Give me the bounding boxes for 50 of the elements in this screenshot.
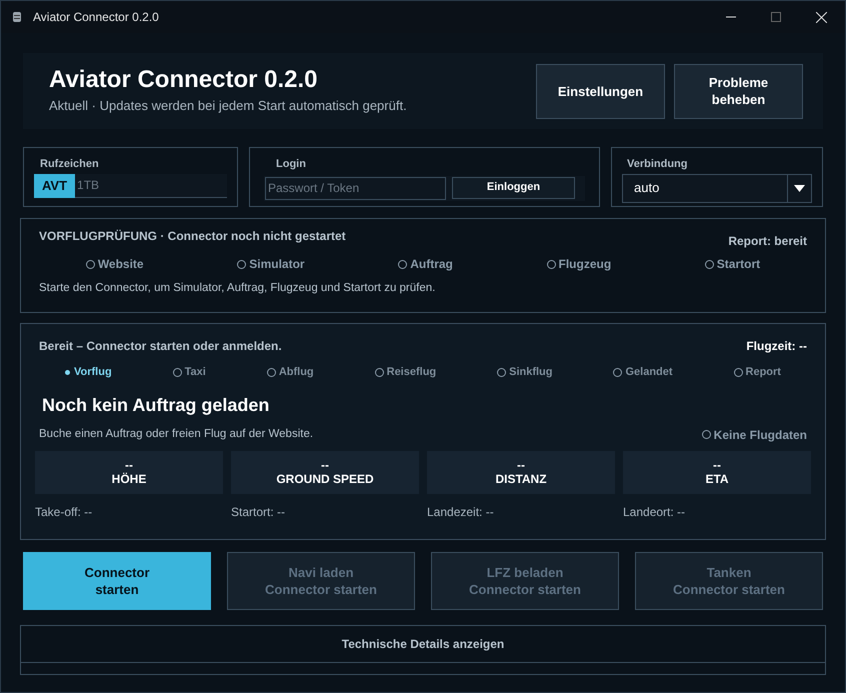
phase-label: Sinkflug (497, 364, 552, 380)
metric-value: -- (713, 458, 721, 472)
metric-label: HÖHE (112, 472, 146, 486)
header-button[interactable]: Einstellungen (536, 64, 665, 118)
callsign-field[interactable]: 1TB (75, 174, 227, 198)
metric-label: ETA (705, 472, 729, 486)
flight-status: Bereit – Connector starten oder anmelden. (39, 338, 282, 355)
close-icon[interactable] (816, 12, 827, 22)
metric-label: GROUND SPEED (276, 472, 374, 486)
phase-label: Reiseflug (374, 364, 436, 380)
login-button[interactable]: Einloggen (452, 176, 575, 198)
metric-label: DISTANZ (495, 472, 547, 486)
app-icon (11, 11, 23, 23)
check-label: Simulator (249, 256, 305, 273)
phase-label: Taxi (172, 364, 206, 380)
callsign-prefix: AVT (34, 174, 76, 198)
field-label: Login (276, 157, 307, 172)
metric-value: -- (517, 458, 525, 472)
phase-label: Gelandet (613, 364, 673, 380)
dropdown-caret-icon (794, 184, 805, 192)
preflight-note: Starte den Connector, um Simulator, Auftrag, Flugzeug und Startort zu prüfen. (39, 281, 436, 296)
window-title: Aviator Connector 0.2.0 (33, 9, 159, 26)
report-status: Report: bereit (728, 233, 807, 250)
flight-info: Landezeit: -- (427, 504, 495, 520)
maximize-icon[interactable] (771, 12, 781, 22)
phase-label: Report (734, 364, 781, 380)
field-label: Rufzeichen (40, 157, 100, 172)
action-button[interactable]: Connector starten (23, 552, 211, 610)
phase-label: Vorflug (65, 364, 112, 380)
phase-label: Abflug (266, 364, 314, 380)
job-hint: Buche einen Auftrag oder freien Flug auf der Website. (39, 426, 314, 442)
connection-dropdown[interactable]: auto (622, 174, 812, 202)
header-button[interactable]: Probleme beheben (674, 64, 803, 118)
field-label: Verbindung (627, 157, 688, 172)
check-label: Flugzeug (558, 256, 612, 273)
preflight-title: VORFLUGPRÜFUNG · Connector noch nicht gestartet (39, 228, 346, 245)
metric-value: -- (125, 458, 133, 472)
flight-info: Landeort: -- (623, 504, 686, 520)
metric-value: -- (321, 458, 329, 472)
check-label: Website (98, 256, 144, 273)
flight-time: Flugzeit: -- (746, 338, 807, 355)
flight-info: Startort: -- (231, 504, 286, 520)
check-label: Startort (716, 256, 760, 273)
update-status: Aktuell · Updates werden bei jedem Start automatisch geprüft. (49, 97, 408, 116)
job-heading: Noch kein Auftrag geladen (42, 394, 270, 417)
check-label: Auftrag (410, 256, 453, 273)
flight-info: Take-off: -- (35, 504, 94, 520)
password-field[interactable]: Passwort / Token (265, 176, 446, 200)
app-title: Aviator Connector 0.2.0 (49, 66, 319, 94)
flight-data-status: Keine Flugdaten (714, 426, 807, 444)
